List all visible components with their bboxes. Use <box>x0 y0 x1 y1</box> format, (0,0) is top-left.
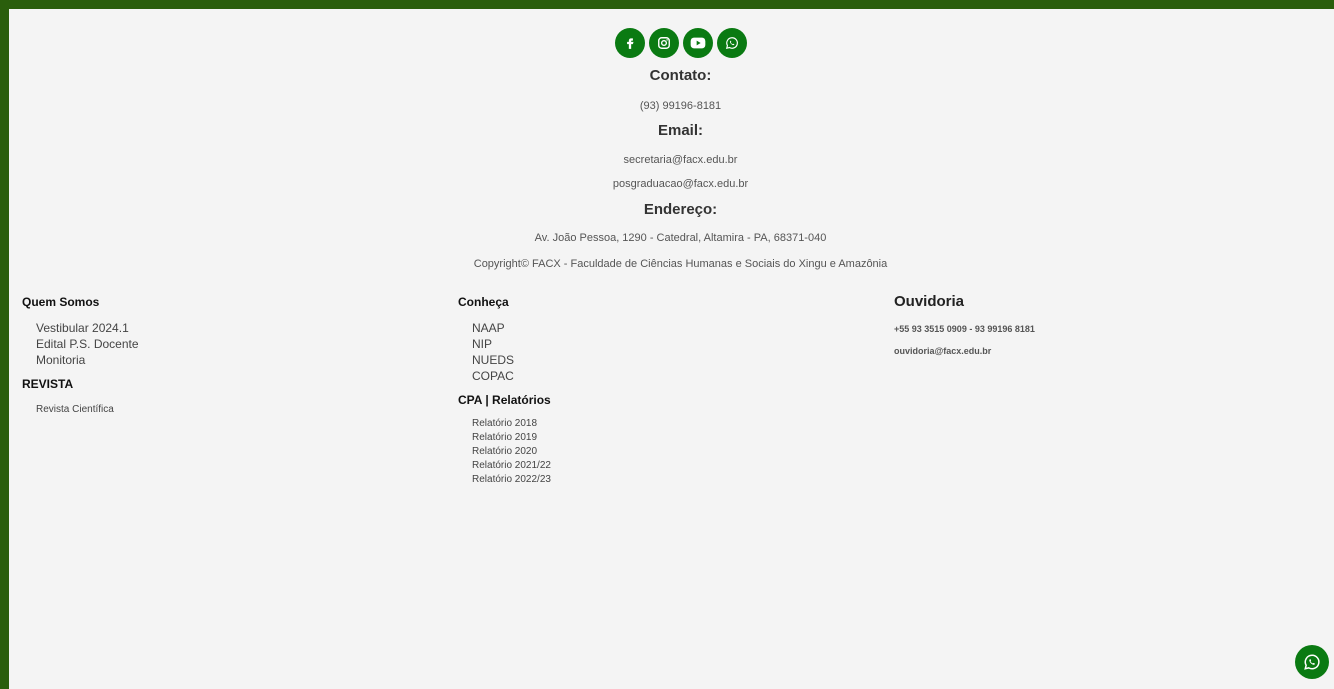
email-title: Email: <box>657 122 703 139</box>
conheca-title: Conheça <box>458 295 509 309</box>
link-nueds[interactable]: NUEDS <box>472 352 551 368</box>
instagram-icon <box>657 37 670 49</box>
link-relatorio-2021-22[interactable]: Relatório 2021/22 <box>472 459 551 473</box>
copyright-text: Copyright© FACX - Faculdade de Ciências … <box>473 258 888 270</box>
ouvidoria-phone: +55 93 3515 0909 - 93 99196 8181 <box>894 324 1035 334</box>
quem-somos-column: Quem Somos Vestibular 2024.1 Edital P.S.… <box>22 295 139 417</box>
whatsapp-icon <box>1304 654 1320 670</box>
link-relatorio-2020[interactable]: Relatório 2020 <box>472 445 551 459</box>
cpa-list: Relatório 2018 Relatório 2019 Relatório … <box>458 417 551 487</box>
ouvidoria-email[interactable]: ouvidoria@facx.edu.br <box>894 346 1035 356</box>
social-links <box>9 28 1334 58</box>
floating-whatsapp-button[interactable] <box>1295 645 1329 679</box>
email-secretaria-link[interactable]: secretaria@facx.edu.br <box>624 154 738 166</box>
conheca-column: Conheça NAAP NIP NUEDS COPAC CPA | Relat… <box>458 295 551 487</box>
whatsapp-link[interactable] <box>716 28 747 58</box>
link-revista-cientifica[interactable]: Revista Científica <box>36 403 139 417</box>
link-copac[interactable]: COPAC <box>472 368 551 384</box>
facebook-icon <box>626 38 633 49</box>
link-nip[interactable]: NIP <box>472 336 551 352</box>
youtube-link[interactable] <box>682 28 713 58</box>
link-relatorio-2019[interactable]: Relatório 2019 <box>472 431 551 445</box>
page-frame: Contato: (93) 99196-8181 Email: secretar… <box>0 0 1334 689</box>
cpa-title: CPA | Relatórios <box>458 393 551 407</box>
address-text: Av. João Pessoa, 1290 - Catedral, Altami… <box>534 232 827 244</box>
revista-title: REVISTA <box>22 377 74 391</box>
link-vestibular[interactable]: Vestibular 2024.1 <box>36 320 139 336</box>
facebook-link[interactable] <box>614 28 645 58</box>
link-relatorio-2018[interactable]: Relatório 2018 <box>472 417 551 431</box>
address-title: Endereço: <box>643 201 718 218</box>
quem-somos-list: Vestibular 2024.1 Edital P.S. Docente Mo… <box>22 320 139 368</box>
contact-title: Contato: <box>649 67 712 84</box>
link-naap[interactable]: NAAP <box>472 320 551 336</box>
instagram-link[interactable] <box>648 28 679 58</box>
quem-somos-title: Quem Somos <box>22 295 100 309</box>
conheca-list: NAAP NIP NUEDS COPAC <box>458 320 551 384</box>
ouvidoria-column: Ouvidoria +55 93 3515 0909 - 93 99196 81… <box>894 293 1035 356</box>
ouvidoria-title: Ouvidoria <box>894 293 965 310</box>
revista-list: Revista Científica <box>22 403 139 417</box>
whatsapp-icon <box>725 37 738 50</box>
email-posgraduacao-link[interactable]: posgraduacao@facx.edu.br <box>613 178 748 190</box>
contact-phone: (93) 99196-8181 <box>639 100 722 112</box>
link-edital-docente[interactable]: Edital P.S. Docente <box>36 336 139 352</box>
link-monitoria[interactable]: Monitoria <box>36 352 139 368</box>
link-relatorio-2022-23[interactable]: Relatório 2022/23 <box>472 473 551 487</box>
youtube-icon <box>690 37 705 49</box>
